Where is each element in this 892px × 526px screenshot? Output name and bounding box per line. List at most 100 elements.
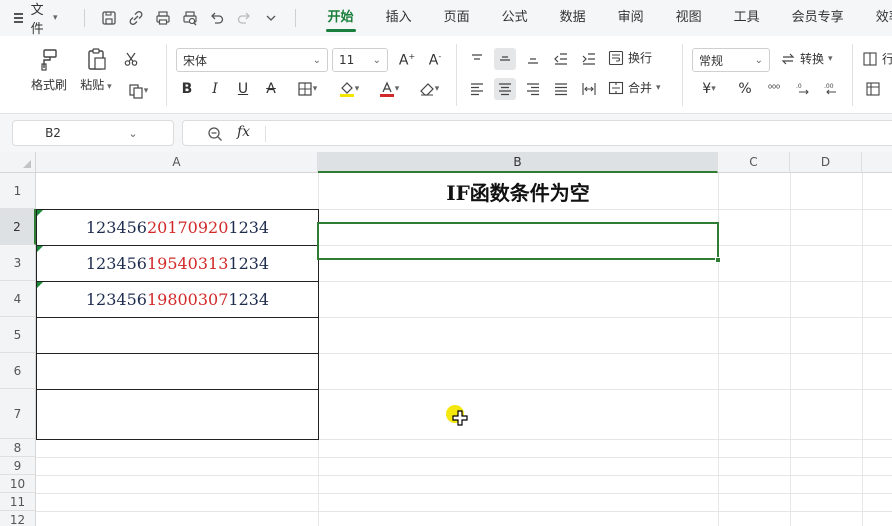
- align-top-button[interactable]: [466, 48, 488, 70]
- align-right-button[interactable]: [522, 78, 544, 100]
- increase-indent-button[interactable]: [578, 48, 600, 70]
- worksheet-button[interactable]: [862, 78, 884, 100]
- currency-button[interactable]: ¥ ▾: [692, 78, 726, 100]
- row-header-6[interactable]: 6: [0, 353, 36, 389]
- font-size-select[interactable]: 11 ⌄: [332, 48, 388, 72]
- row-header-2[interactable]: 2: [0, 209, 36, 245]
- italic-button[interactable]: I: [204, 78, 226, 100]
- quick-access-toolbar: [78, 9, 302, 27]
- align-middle-button[interactable]: [494, 48, 516, 70]
- decrease-indent-button[interactable]: [550, 48, 572, 70]
- row-header-9[interactable]: 9: [0, 457, 36, 475]
- function-icon[interactable]: fx: [237, 124, 250, 140]
- row-col-button[interactable]: 行: [862, 50, 892, 67]
- tab-view[interactable]: 视图: [676, 0, 702, 36]
- tab-home[interactable]: 开始: [325, 0, 356, 36]
- chevron-down-icon: ▾: [354, 84, 360, 94]
- cell-a7[interactable]: [36, 389, 319, 440]
- font-size-value: 11: [339, 53, 355, 67]
- bold-icon: B: [181, 81, 193, 97]
- row-header-3[interactable]: 3: [0, 245, 36, 281]
- align-center-button[interactable]: [494, 78, 516, 100]
- clear-button[interactable]: ▾: [412, 78, 446, 100]
- name-box[interactable]: B2 ⌄: [12, 120, 174, 146]
- underline-button[interactable]: U: [232, 78, 254, 100]
- justify-button[interactable]: [550, 78, 572, 100]
- row-header-12[interactable]: 12: [0, 511, 36, 526]
- fill-color-button[interactable]: ▾: [332, 78, 366, 100]
- column-header-d[interactable]: D: [790, 152, 862, 173]
- file-menu[interactable]: 文件 ▾: [14, 0, 58, 37]
- print-preview-button[interactable]: [181, 9, 199, 27]
- cell-a3[interactable]: 123456 19540313 1234: [36, 245, 319, 282]
- active-cell-b2[interactable]: [317, 222, 719, 260]
- tab-insert[interactable]: 插入: [386, 0, 412, 36]
- row-header-1[interactable]: 1: [0, 173, 36, 209]
- convert-button[interactable]: 转换 ▾: [780, 50, 833, 67]
- strikethrough-button[interactable]: A: [260, 78, 282, 100]
- row-header-11[interactable]: 11: [0, 493, 36, 511]
- merge-button[interactable]: 合并 ▾: [608, 79, 661, 96]
- tab-member[interactable]: 会员专享: [792, 0, 844, 36]
- thousands-button[interactable]: ⁰⁰⁰: [762, 78, 786, 100]
- cell-a4[interactable]: 123456 19800307 1234: [36, 281, 319, 318]
- quick-access-more-button[interactable]: [262, 9, 280, 27]
- row-header-10[interactable]: 10: [0, 475, 36, 493]
- format-painter-icon: [41, 49, 57, 71]
- number-as-text-indicator[interactable]: [37, 210, 43, 216]
- increase-font-button[interactable]: A+: [396, 49, 418, 71]
- wrap-text-button[interactable]: 换行: [608, 49, 652, 66]
- save-button[interactable]: [100, 9, 118, 27]
- share-button[interactable]: [127, 9, 145, 27]
- fill-handle[interactable]: [715, 257, 721, 263]
- tab-review[interactable]: 审阅: [618, 0, 644, 36]
- font-color-button[interactable]: ▾: [372, 78, 406, 100]
- redo-button[interactable]: [235, 9, 253, 27]
- format-painter-button[interactable]: 格式刷: [26, 46, 72, 93]
- column-header-c[interactable]: C: [718, 152, 790, 173]
- font-name-select[interactable]: 宋体 ⌄: [176, 48, 328, 72]
- cell-b1-title[interactable]: IF函数条件为空: [318, 173, 718, 209]
- cell-a5[interactable]: [36, 317, 319, 354]
- copy-button[interactable]: ▾: [122, 80, 154, 102]
- increase-font-icon: A+: [398, 51, 416, 69]
- paste-button[interactable]: 粘贴 ▾: [76, 46, 116, 93]
- column-header-e[interactable]: [862, 152, 892, 173]
- hamburger-icon: [14, 13, 23, 23]
- decrease-font-button[interactable]: A-: [424, 49, 446, 71]
- increase-decimal-button[interactable]: .0: [792, 78, 814, 100]
- zoom-icon[interactable]: [207, 126, 223, 142]
- decrease-decimal-button[interactable]: .00: [820, 78, 842, 100]
- tab-data[interactable]: 数据: [560, 0, 586, 36]
- number-format-select[interactable]: 常规 ⌄: [692, 48, 770, 72]
- gridline: [36, 511, 892, 512]
- cell-a2[interactable]: 123456 20170920 1234: [36, 209, 319, 246]
- select-all-corner[interactable]: [0, 152, 36, 173]
- cut-button[interactable]: [120, 48, 142, 70]
- number-as-text-indicator[interactable]: [37, 246, 43, 252]
- formula-input[interactable]: fx: [182, 120, 892, 146]
- align-left-button[interactable]: [466, 78, 488, 100]
- column-header-b[interactable]: B: [318, 152, 718, 173]
- tab-efficiency[interactable]: 效率: [876, 0, 892, 36]
- column-header-a[interactable]: A: [36, 152, 318, 173]
- percent-button[interactable]: %: [734, 78, 756, 100]
- row-header-4[interactable]: 4: [0, 281, 36, 317]
- file-menu-label: 文件: [30, 3, 44, 37]
- row-header-5[interactable]: 5: [0, 317, 36, 353]
- align-bottom-button[interactable]: [522, 48, 544, 70]
- undo-button[interactable]: [208, 9, 226, 27]
- borders-button[interactable]: ▾: [290, 78, 324, 100]
- distributed-align-button[interactable]: [578, 78, 600, 100]
- tab-tools[interactable]: 工具: [734, 0, 760, 36]
- cell-a6[interactable]: [36, 353, 319, 390]
- tab-page[interactable]: 页面: [444, 0, 470, 36]
- chevron-down-icon: ⌄: [754, 54, 763, 66]
- tab-formulas[interactable]: 公式: [502, 0, 528, 36]
- number-as-text-indicator[interactable]: [37, 282, 43, 288]
- bold-button[interactable]: B: [176, 78, 198, 100]
- print-button[interactable]: [154, 9, 172, 27]
- undo-icon: [210, 12, 223, 24]
- row-header-8[interactable]: 8: [0, 439, 36, 457]
- row-header-7[interactable]: 7: [0, 389, 36, 439]
